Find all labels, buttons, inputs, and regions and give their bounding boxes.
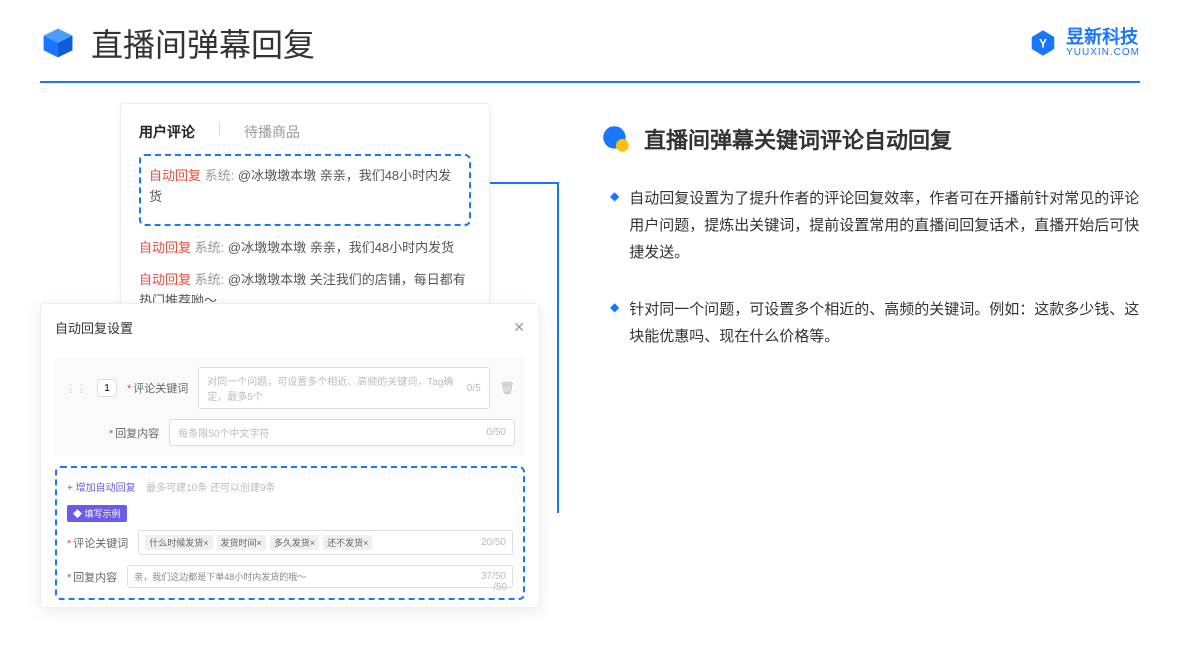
ex-content-input: 亲，我们这边都是下单48小时内发货的哦～ 37/50 xyxy=(127,565,513,588)
counter: 20/50 xyxy=(481,537,506,548)
tab-user-comments[interactable]: 用户评论 xyxy=(139,122,195,142)
add-hint: 最多可建10条 还可以创建9条 xyxy=(146,483,275,494)
keyword-label: *评论关键词 xyxy=(127,380,188,396)
delete-icon[interactable]: 🗑 xyxy=(500,381,515,395)
header-divider xyxy=(40,81,1140,83)
highlighted-comment: 自动回复 系统: @冰墩墩本墩 亲亲，我们48小时内发货 xyxy=(139,154,471,226)
counter: 0/50 xyxy=(487,427,506,438)
comment-row: 自动回复 系统: @冰墩墩本墩 亲亲，我们48小时内发货 xyxy=(139,238,471,259)
bullet-item: ◆ 针对同一个问题，可设置多个相近的、高频的关键词。例如：这款多少钱、这块能优惠… xyxy=(610,296,1140,350)
diamond-icon: ◆ xyxy=(610,300,619,350)
index-badge: 1 xyxy=(97,379,117,397)
bullet-text: 针对同一个问题，可设置多个相近的、高频的关键词。例如：这款多少钱、这块能优惠吗、… xyxy=(629,296,1140,350)
content-input[interactable]: 每条限50个中文字符 0/50 xyxy=(169,419,515,446)
tabs: 用户评论 待播商品 xyxy=(139,122,471,154)
chip: 多久发货× xyxy=(270,535,319,550)
drag-icon[interactable]: ⋮⋮ xyxy=(65,382,87,395)
comment-row: 自动回复 系统: @冰墩墩本墩 亲亲，我们48小时内发货 xyxy=(149,166,461,208)
placeholder: 对同一个问题，可设置多个相近、高频的关键词，Tag确定，最多5个 xyxy=(207,373,467,403)
svg-text:Y: Y xyxy=(1039,36,1047,50)
close-icon[interactable]: ✕ xyxy=(513,319,525,336)
add-row: + 增加自动回复 最多可建10条 还可以创建9条 xyxy=(67,478,513,496)
add-auto-reply-link[interactable]: + 增加自动回复 xyxy=(67,483,136,494)
ex-content-text: 亲，我们这边都是下单48小时内发货的哦～ xyxy=(134,570,306,583)
comment-text: @冰墩墩本墩 亲亲，我们48小时内发货 xyxy=(228,240,454,255)
cube-icon xyxy=(40,25,76,61)
system-label: 系统: xyxy=(195,240,225,255)
auto-reply-settings-panel: 自动回复设置 ✕ ⋮⋮ 1 *评论关键词 对同一个问题，可设置多个相近、高频的关… xyxy=(40,303,540,608)
counter: 37/50 xyxy=(481,571,506,582)
ex-keyword-input: 什么时候发货× 发货时间× 多久发货× 还不发货× 20/50 xyxy=(138,530,513,555)
tab-divider xyxy=(219,122,220,136)
keyword-input[interactable]: 对同一个问题，可设置多个相近、高频的关键词，Tag确定，最多5个 0/5 xyxy=(198,367,489,409)
chip: 还不发货× xyxy=(323,535,372,550)
bullet-item: ◆ 自动回复设置为了提升作者的评论回复效率，作者可在开播前针对常见的评论用户问题… xyxy=(610,185,1140,266)
brand-name-en: YUUXIN.COM xyxy=(1066,47,1140,58)
brand-name-cn: 昱新科技 xyxy=(1066,28,1140,48)
system-label: 系统: xyxy=(205,168,235,183)
chat-bubble-icon xyxy=(600,123,632,155)
bullet-text: 自动回复设置为了提升作者的评论回复效率，作者可在开播前针对常见的评论用户问题，提… xyxy=(629,185,1140,266)
panel-title: 自动回复设置 xyxy=(55,318,133,337)
example-block: + 增加自动回复 最多可建10条 还可以创建9条 ◆ 填写示例 *评论关键词 什… xyxy=(55,466,525,600)
auto-reply-tag: 自动回复 xyxy=(139,272,191,287)
chip: 发货时间× xyxy=(217,535,266,550)
system-label: 系统: xyxy=(195,272,225,287)
diamond-icon: ◆ xyxy=(610,189,619,266)
content-label: *回复内容 xyxy=(109,425,159,441)
placeholder: 每条限50个中文字符 xyxy=(178,425,269,440)
ex-content-label: *回复内容 xyxy=(67,569,117,585)
page-title: 直播间弹幕回复 xyxy=(91,20,315,66)
form-block: ⋮⋮ 1 *评论关键词 对同一个问题，可设置多个相近、高频的关键词，Tag确定，… xyxy=(55,357,525,456)
auto-reply-tag: 自动回复 xyxy=(149,168,201,183)
comments-panel: 用户评论 待播商品 自动回复 系统: @冰墩墩本墩 亲亲，我们48小时内发货 自… xyxy=(120,103,490,329)
auto-reply-tag: 自动回复 xyxy=(139,240,191,255)
chip: 什么时候发货× xyxy=(145,535,212,550)
chips: 什么时候发货× 发货时间× 多久发货× 还不发货× xyxy=(145,535,372,550)
ex-keyword-label: *评论关键词 xyxy=(67,535,128,551)
example-tag: ◆ 填写示例 xyxy=(67,505,127,522)
brand-icon: Y xyxy=(1028,28,1058,58)
section-title: 直播间弹幕关键词评论自动回复 xyxy=(644,123,952,155)
tab-pending-goods[interactable]: 待播商品 xyxy=(244,122,300,142)
counter: 0/5 xyxy=(467,383,481,394)
brand-logo: Y 昱新科技 YUUXIN.COM xyxy=(1028,28,1140,59)
